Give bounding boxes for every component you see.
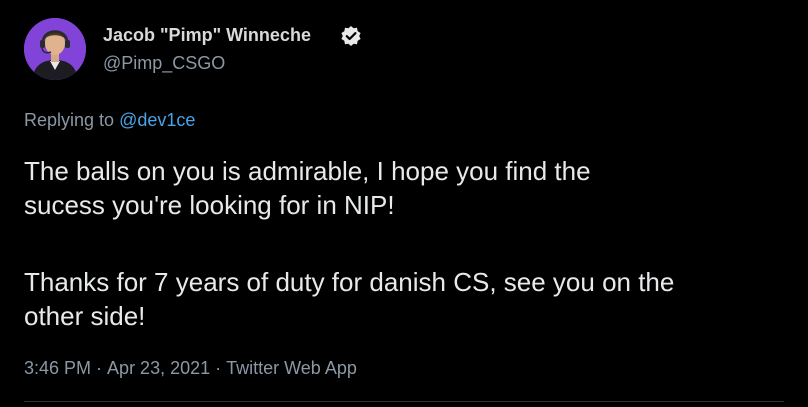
tweet: Jacob "Pimp" Winneche @Pimp_CSGO Replyin… [0, 0, 808, 407]
tweet-text-line: sucess you're looking for in NIP! [24, 190, 395, 220]
verified-badge-icon [340, 25, 362, 47]
replying-to: Replying to @dev1ce [24, 110, 195, 131]
replying-to-link[interactable]: @dev1ce [119, 110, 195, 130]
tweet-text-line: The balls on you is admirable, I hope yo… [24, 156, 591, 186]
meta-separator: · [215, 358, 222, 378]
meta-separator: · [96, 358, 103, 378]
tweet-text-line: other side! [24, 301, 146, 331]
divider [24, 401, 784, 402]
user-handle[interactable]: @Pimp_CSGO [103, 53, 225, 74]
user-name[interactable]: Jacob "Pimp" Winneche [103, 25, 311, 46]
replying-to-label: Replying to [24, 110, 115, 130]
tweet-source: Twitter Web App [226, 358, 357, 378]
tweet-time[interactable]: 3:46 PM [24, 358, 91, 378]
tweet-text-line: Thanks for 7 years of duty for danish CS… [24, 267, 675, 297]
tweet-date[interactable]: Apr 23, 2021 [107, 358, 210, 378]
tweet-meta: 3:46 PM · Apr 23, 2021 · Twitter Web App [24, 358, 357, 379]
avatar[interactable] [24, 18, 86, 80]
